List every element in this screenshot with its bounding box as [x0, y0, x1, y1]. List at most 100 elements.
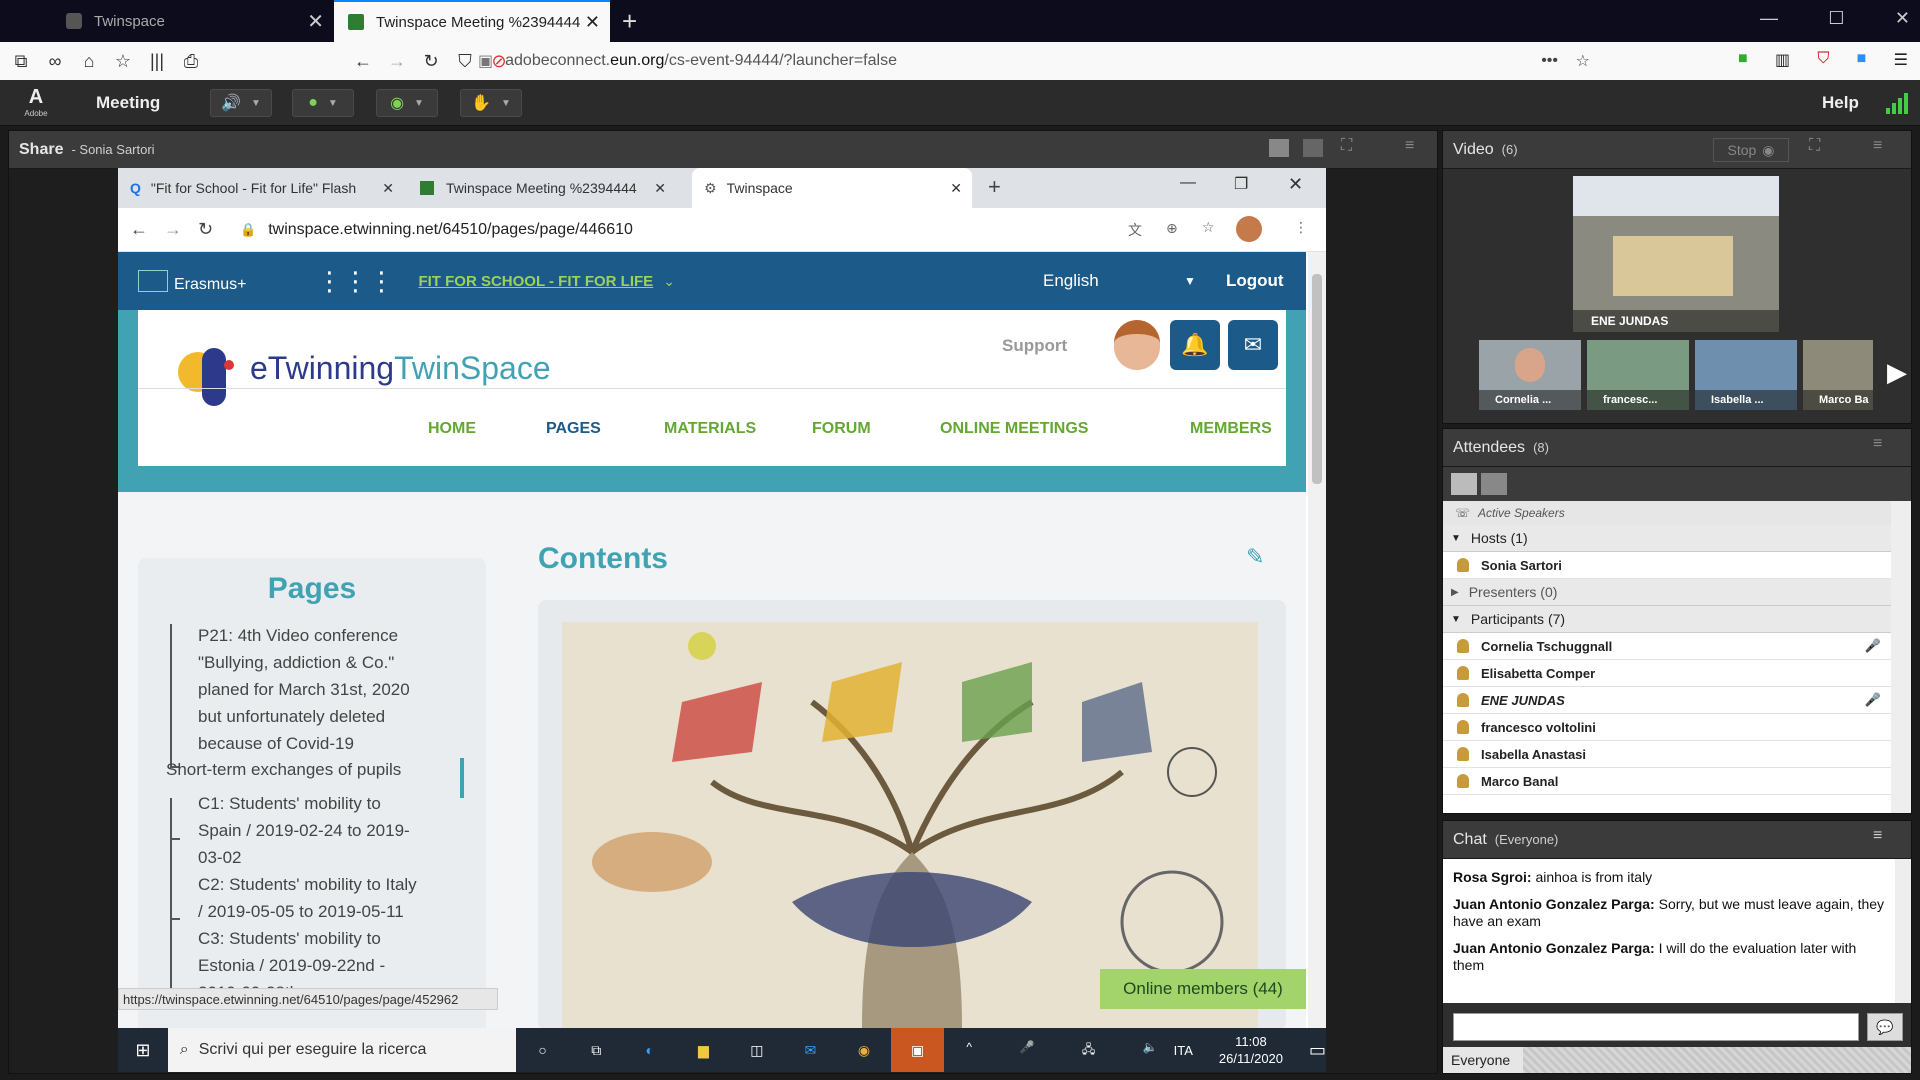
fullscreen-icon[interactable]: ⛶: [1809, 137, 1820, 155]
user-avatar[interactable]: [1114, 320, 1160, 370]
menu-icon[interactable]: ⋮: [1294, 219, 1308, 236]
library-icon[interactable]: |||: [140, 51, 174, 72]
minimize-icon[interactable]: —: [1180, 174, 1196, 192]
support-link[interactable]: Support: [1002, 336, 1067, 356]
edge-icon[interactable]: ◐: [623, 1042, 677, 1058]
layout-icon[interactable]: [1269, 139, 1289, 157]
dropdown-arrow-icon[interactable]: ▼: [1184, 274, 1196, 288]
attendee-row[interactable]: Isabella Anastasi: [1443, 741, 1891, 768]
back-icon[interactable]: ←: [130, 219, 164, 240]
page-item-c1[interactable]: C1: Students' mobility to Spain / 2019-02…: [198, 790, 410, 871]
print-icon[interactable]: ⎙: [174, 51, 208, 72]
status-view-icon[interactable]: [1481, 473, 1507, 495]
nav-forum[interactable]: FORUM: [812, 420, 871, 438]
attendees-scrollbar[interactable]: [1891, 501, 1911, 813]
new-tab-icon[interactable]: +: [988, 174, 1001, 200]
minimize-icon[interactable]: —: [1760, 8, 1778, 29]
firefox-tab-meeting[interactable]: Twinspace Meeting %2394444 ✕: [334, 0, 610, 42]
language-select[interactable]: English: [1043, 271, 1099, 291]
more-icon[interactable]: •••: [1541, 52, 1558, 70]
restore-icon[interactable]: ❐: [1234, 174, 1248, 194]
logout-link[interactable]: Logout: [1226, 271, 1284, 291]
stop-video-button[interactable]: Stop ◉: [1713, 138, 1789, 162]
chrome-icon[interactable]: ◉: [837, 1042, 891, 1059]
next-arrow-icon[interactable]: ▶: [1887, 357, 1907, 388]
page-item-short-term-exchanges[interactable]: Short-term exchanges of pupils: [166, 756, 401, 783]
translate-icon[interactable]: 文: [1128, 220, 1142, 240]
attendee-row[interactable]: Marco Banal: [1443, 768, 1891, 795]
close-icon[interactable]: ✕: [654, 180, 666, 197]
video-thumb-marco[interactable]: Marco Ba: [1803, 340, 1873, 410]
task-view-icon[interactable]: ⧉: [569, 1042, 623, 1059]
forward-icon[interactable]: →: [164, 219, 198, 240]
cortana-icon[interactable]: ○: [516, 1042, 570, 1058]
send-message-button[interactable]: 💬: [1867, 1013, 1903, 1041]
nav-home[interactable]: HOME: [428, 420, 476, 438]
pod-menu-icon[interactable]: ≡: [1873, 827, 1882, 845]
bookmark-star-icon[interactable]: ☆: [1576, 51, 1590, 71]
hosts-group[interactable]: ▼ Hosts (1): [1443, 525, 1891, 552]
attendee-row[interactable]: Sonia Sartori: [1443, 552, 1891, 579]
video-thumb-francesco[interactable]: francesc...: [1587, 340, 1689, 410]
taskbar-search[interactable]: ⌕ Scrivi qui per eseguire la ricerca: [167, 1028, 516, 1072]
notifications-icon[interactable]: ▭: [1309, 1040, 1326, 1061]
menu-icon[interactable]: ☰: [1894, 50, 1908, 70]
chat-recipient-tab[interactable]: Everyone: [1443, 1047, 1523, 1073]
nav-online-meetings[interactable]: ONLINE MEETINGS: [940, 420, 1088, 438]
screenshot-icon[interactable]: ⧉: [4, 51, 38, 72]
help-menu[interactable]: Help: [1822, 93, 1859, 113]
bell-icon[interactable]: 🔔: [1170, 320, 1220, 370]
pocket-icon[interactable]: ☆: [106, 51, 140, 72]
mail-icon[interactable]: ✉: [1228, 320, 1278, 370]
main-video-feed[interactable]: ENE JUNDAS: [1573, 176, 1779, 332]
raise-hand-button[interactable]: ✋ ▼: [460, 89, 522, 117]
clock[interactable]: 11:08 26/11/2020: [1219, 1033, 1283, 1067]
firefox-tab-twinspace[interactable]: Twinspace ✕: [52, 0, 334, 42]
home-icon[interactable]: ⌂: [72, 51, 106, 72]
online-members-button[interactable]: Online members (44): [1100, 969, 1306, 1009]
reload-icon[interactable]: ↻: [414, 51, 448, 72]
maximize-icon[interactable]: ☐: [1828, 8, 1844, 29]
close-icon[interactable]: ✕: [307, 9, 324, 34]
star-icon[interactable]: ☆: [1202, 219, 1215, 236]
chrome-tab-twinspace[interactable]: ⚙ Twinspace ✕: [692, 168, 972, 208]
language-indicator[interactable]: ITA: [1174, 1043, 1193, 1058]
chevron-down-icon[interactable]: ⌄: [663, 273, 675, 290]
pod-menu-icon[interactable]: ≡: [1873, 435, 1882, 453]
attendee-row[interactable]: ENE JUNDAS 🎤: [1443, 687, 1891, 714]
microphone-button[interactable]: ● ▼: [292, 89, 354, 117]
zoom-icon[interactable]: ■: [1857, 50, 1867, 70]
chat-scrollbar[interactable]: [1895, 859, 1911, 1003]
attendee-row[interactable]: Cornelia Tschuggnall 🎤: [1443, 633, 1891, 660]
file-explorer-icon[interactable]: ▆: [677, 1042, 731, 1059]
nav-pages[interactable]: PAGES: [546, 420, 601, 438]
list-view-icon[interactable]: [1451, 473, 1477, 495]
chrome-tab-flash[interactable]: Q "Fit for School - Fit for Life" Flash …: [118, 168, 404, 208]
ublock-icon[interactable]: ⛉: [1817, 50, 1829, 70]
close-window-icon[interactable]: ✕: [1288, 174, 1303, 195]
project-menu[interactable]: FIT FOR SCHOOL - FIT FOR LIFE: [418, 273, 653, 290]
url-bar[interactable]: ▣ adobeconnect. eun.org/cs-event-94444/?l…: [478, 45, 1598, 77]
reload-icon[interactable]: ↻: [198, 219, 232, 240]
fit-icon[interactable]: [1303, 139, 1323, 157]
extension-icon[interactable]: ■: [1738, 50, 1748, 70]
pod-menu-icon[interactable]: ≡: [1405, 137, 1414, 155]
fullscreen-icon[interactable]: ⛶: [1341, 137, 1352, 155]
chrome-tab-meeting[interactable]: Twinspace Meeting %2394444 ✕: [408, 168, 676, 208]
edit-pencil-icon[interactable]: ✎: [1246, 544, 1264, 570]
page-item-c2[interactable]: C2: Students' mobility to Italy/ 2019-05…: [198, 871, 417, 925]
zoom-icon[interactable]: ⊕: [1166, 220, 1178, 237]
close-icon[interactable]: ✕: [585, 12, 600, 33]
nav-materials[interactable]: MATERIALS: [664, 420, 756, 438]
attendee-row[interactable]: francesco voltolini: [1443, 714, 1891, 741]
apps-grid-icon[interactable]: ⋮⋮⋮: [316, 266, 394, 297]
chat-input[interactable]: [1453, 1013, 1859, 1041]
presenters-group[interactable]: ▶ Presenters (0): [1443, 579, 1891, 606]
avatar[interactable]: [1236, 216, 1262, 242]
close-icon[interactable]: ✕: [950, 180, 962, 197]
nav-members[interactable]: MEMBERS: [1190, 420, 1272, 438]
video-thumb-cornelia[interactable]: Cornelia ...: [1479, 340, 1581, 410]
new-tab-icon[interactable]: +: [622, 6, 637, 37]
sidebar-icon[interactable]: ▥: [1775, 50, 1790, 70]
connect-app-icon[interactable]: ▣: [890, 1028, 945, 1072]
